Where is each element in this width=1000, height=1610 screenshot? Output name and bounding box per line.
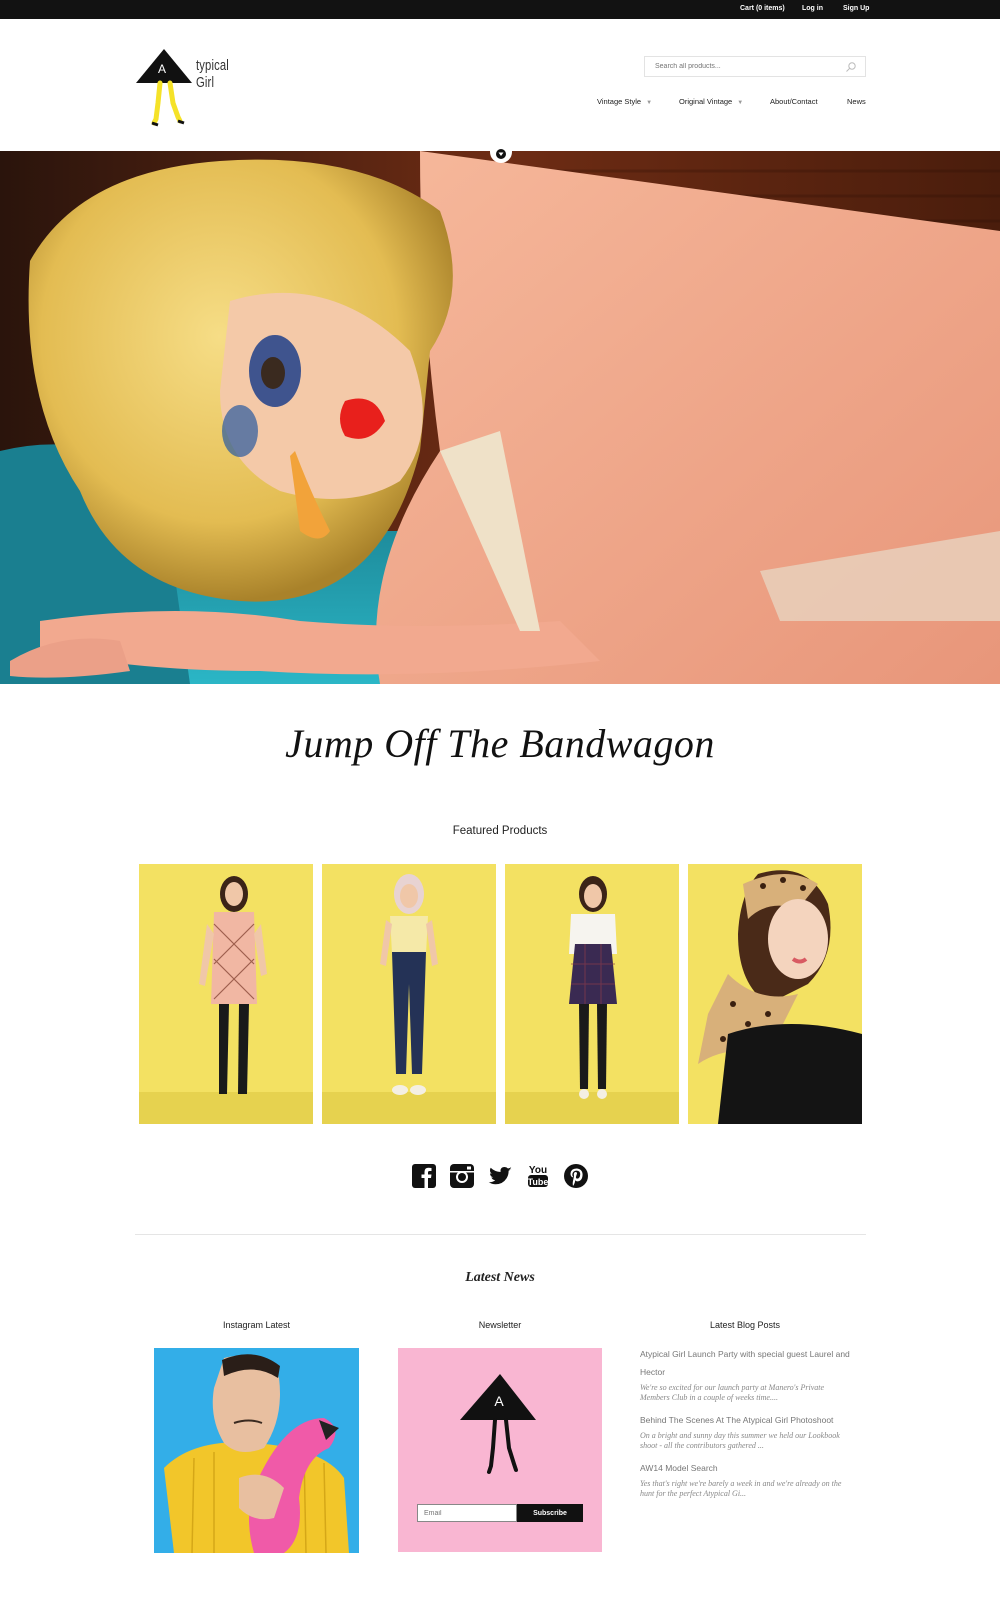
subscribe-button[interactable]: Subscribe <box>517 1504 583 1522</box>
newsletter-box: A Subscribe <box>398 1348 602 1552</box>
nav-vintage-style[interactable]: Vintage Style ▼ <box>597 97 652 106</box>
chevron-down-icon: ▼ <box>737 100 744 106</box>
nav-label: News <box>847 97 866 106</box>
newsletter-logo: A <box>460 1374 536 1474</box>
nav-label: Vintage Style <box>597 97 642 106</box>
product-card-high-waist-jeans[interactable] <box>322 864 496 1124</box>
svg-text:You: You <box>529 1165 547 1176</box>
youtube-icon[interactable]: You Tube <box>525 1163 551 1189</box>
instagram-icon[interactable] <box>449 1163 475 1189</box>
latest-news-title: Latest News <box>465 1270 535 1285</box>
nav-news[interactable]: News <box>847 97 866 106</box>
twitter-icon[interactable] <box>487 1163 513 1189</box>
hero-image[interactable] <box>0 151 1000 684</box>
blog-post: AW14 Model Search Yes that's right we're… <box>640 1459 850 1499</box>
nav-original-vintage[interactable]: Original Vintage ▼ <box>679 97 743 106</box>
latest-blog-posts-title: Latest Blog Posts <box>709 1320 781 1330</box>
cart-link[interactable]: Cart (0 items) <box>740 5 785 12</box>
facebook-icon[interactable] <box>411 1163 437 1189</box>
logo-text: typical Girl <box>196 57 229 91</box>
blog-post: Behind The Scenes At The Atypical Girl P… <box>640 1411 850 1451</box>
search-icon[interactable] <box>845 60 859 74</box>
product-card-leopard-headscarf[interactable] <box>688 864 862 1124</box>
site-logo[interactable]: A typical Girl <box>134 47 264 127</box>
blog-posts-list: Atypical Girl Launch Party with special … <box>640 1345 850 1507</box>
blog-post-excerpt: We're so excited for our launch party at… <box>640 1383 825 1402</box>
product-card-diamond-dress[interactable] <box>139 864 313 1124</box>
site-header: A typical Girl Vintage Style ▼ Original V… <box>0 19 1000 151</box>
svg-text:Tube: Tube <box>528 1177 549 1187</box>
search-input[interactable] <box>645 57 841 76</box>
chevron-down-icon: ▼ <box>646 100 653 106</box>
blog-post-title[interactable]: Atypical Girl Launch Party with special … <box>640 1345 850 1381</box>
featured-products-title: Featured Products <box>452 825 548 837</box>
search-box <box>644 56 866 77</box>
section-divider <box>135 1234 866 1235</box>
blog-post-excerpt: On a bright and sunny day this summer we… <box>640 1431 840 1450</box>
newsletter-email-input[interactable] <box>417 1504 517 1522</box>
nav-label: About/Contact <box>770 97 818 106</box>
instagram-latest-photo[interactable] <box>154 1348 359 1553</box>
page-headline: Jump Off The Bandwagon <box>285 721 715 766</box>
chevron-down-icon <box>496 149 506 159</box>
nav-label: Original Vintage <box>679 97 733 106</box>
product-card-plaid-pinafore[interactable] <box>505 864 679 1124</box>
login-link[interactable]: Log in <box>802 5 823 12</box>
blog-post-excerpt: Yes that's right we're barely a week in … <box>640 1479 842 1498</box>
instagram-latest-title: Instagram Latest <box>222 1320 291 1330</box>
pinterest-icon[interactable] <box>563 1163 589 1189</box>
blog-post-title[interactable]: AW14 Model Search <box>640 1459 850 1477</box>
logo-mark: A <box>136 49 192 127</box>
logo-letter: A <box>158 62 166 76</box>
newsletter-title: Newsletter <box>478 1320 522 1330</box>
nav-about-contact[interactable]: About/Contact <box>770 97 818 106</box>
blog-post-title[interactable]: Behind The Scenes At The Atypical Girl P… <box>640 1411 850 1429</box>
top-bar: Cart (0 items) Log in Sign Up <box>0 0 1000 19</box>
blog-post: Atypical Girl Launch Party with special … <box>640 1345 850 1403</box>
signup-link[interactable]: Sign Up <box>843 5 869 12</box>
newsletter-logo-letter: A <box>494 1393 504 1409</box>
